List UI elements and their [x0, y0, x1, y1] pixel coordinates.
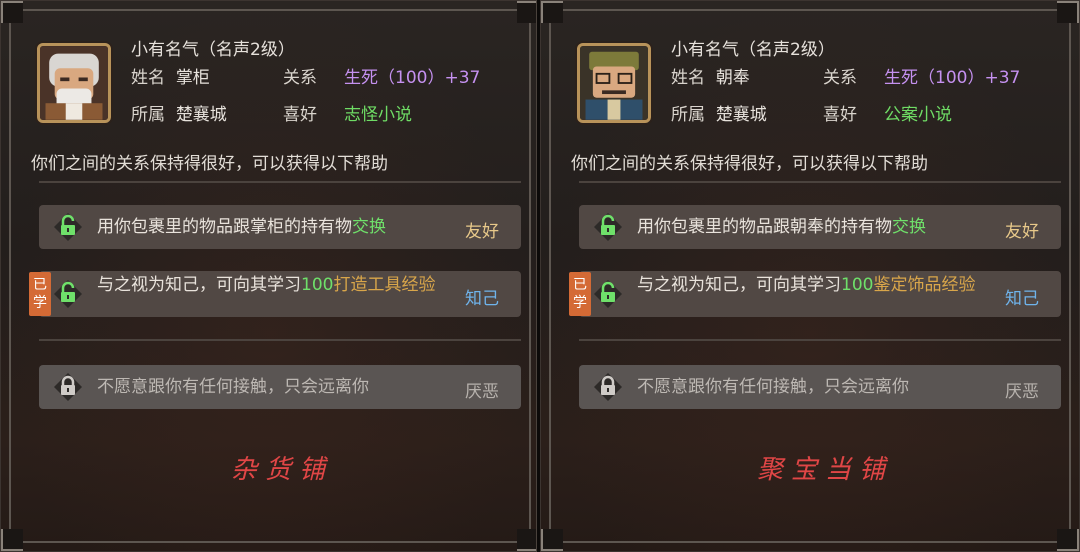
- faction-row: 所属 楚襄城: [671, 100, 767, 125]
- ability-text-main: 与之视为知己，可向其学习: [637, 275, 841, 295]
- hobby-row: 喜好 志怪小说: [283, 100, 412, 125]
- old-man-portrait-icon: [40, 46, 108, 120]
- frame-corner: [1, 1, 23, 23]
- fame-title: 小有名气（名声2级）: [131, 40, 295, 60]
- ability-text: 用你包裹里的物品跟朝奉的持有物交换: [637, 217, 991, 237]
- lock-closed-icon: [593, 372, 623, 402]
- npc-avatar-pawnbroker: [577, 43, 651, 123]
- name-row: 姓名 掌柜: [131, 63, 210, 88]
- frame-corner: [1, 529, 23, 551]
- relation-label: 关系: [823, 68, 857, 88]
- relation-value: 生死（100）: [344, 68, 445, 88]
- frame-corner: [1057, 1, 1079, 23]
- lock-open-icon: [53, 212, 83, 242]
- relation-bonus: +37: [444, 68, 481, 88]
- ability-hate[interactable]: 不愿意跟你有任何接触，只会远离你 厌恶: [579, 365, 1061, 409]
- name-label: 姓名: [671, 68, 705, 88]
- frame-corner: [541, 1, 563, 23]
- faction-row: 所属 楚襄城: [131, 100, 227, 125]
- relation-description: 你们之间的关系保持得很好，可以获得以下帮助: [31, 154, 388, 174]
- faction-value: 楚襄城: [175, 105, 227, 125]
- relation-row: 关系 生死（100）+37: [823, 63, 1020, 88]
- tier-label: 友好: [465, 222, 499, 242]
- npc-panel-left: 小有名气（名声2级） 姓名 掌柜 关系 生死（100）+37 所属 楚襄城 喜好…: [0, 0, 540, 552]
- lock-open-icon: [53, 279, 83, 309]
- tier-label: 厌恶: [465, 382, 499, 402]
- divider: [39, 339, 521, 341]
- shop-name: 聚宝当铺: [757, 455, 894, 485]
- relation-description: 你们之间的关系保持得很好，可以获得以下帮助: [571, 154, 928, 174]
- learned-badge: 已学: [29, 272, 51, 316]
- fame-title: 小有名气（名声2级）: [671, 40, 835, 60]
- ability-text-highlight: 100: [841, 275, 874, 295]
- tier-label: 厌恶: [1005, 382, 1039, 402]
- hobby-value: 公案小说: [884, 105, 953, 125]
- faction-label: 所属: [131, 105, 165, 125]
- hobby-row: 喜好 公案小说: [823, 100, 952, 125]
- npc-name: 朝奉: [715, 68, 750, 88]
- faction-label: 所属: [671, 105, 705, 125]
- lock-open-icon: [593, 212, 623, 242]
- tier-label: 知己: [465, 289, 499, 309]
- ability-text-skill: 打造工具经验: [333, 275, 436, 295]
- hobby-label: 喜好: [823, 105, 857, 125]
- ability-trade[interactable]: 用你包裹里的物品跟掌柜的持有物交换 友好: [39, 205, 521, 249]
- ability-text: 与之视为知己，可向其学习100打造工具经验: [97, 275, 451, 295]
- hobby-value: 志怪小说: [344, 105, 413, 125]
- ability-trade[interactable]: 用你包裹里的物品跟朝奉的持有物交换 友好: [579, 205, 1061, 249]
- name-label: 姓名: [131, 68, 165, 88]
- frame-corner: [541, 529, 563, 551]
- lock-open-icon: [593, 279, 623, 309]
- relation-value: 生死（100）: [884, 68, 985, 88]
- ability-hate[interactable]: 不愿意跟你有任何接触，只会远离你 厌恶: [39, 365, 521, 409]
- ability-text-main: 用你包裹里的物品跟掌柜的持有物: [97, 217, 352, 237]
- frame-corner: [1057, 529, 1079, 551]
- ability-text: 不愿意跟你有任何接触，只会远离你: [97, 377, 369, 397]
- shop-name: 杂货铺: [231, 455, 334, 485]
- tier-label: 知己: [1005, 289, 1039, 309]
- ability-learn[interactable]: 已学 与之视为知己，可向其学习100打造工具经验 知己: [29, 271, 521, 317]
- tier-label: 友好: [1005, 222, 1039, 242]
- ability-text-main: 用你包裹里的物品跟朝奉的持有物: [637, 217, 892, 237]
- learned-badge: 已学: [569, 272, 591, 316]
- divider: [579, 339, 1061, 341]
- npc-avatar-old-man: [37, 43, 111, 123]
- ability-text-highlight: 交换: [892, 217, 926, 237]
- ability-text: 用你包裹里的物品跟掌柜的持有物交换: [97, 217, 451, 237]
- name-row: 姓名 朝奉: [671, 63, 750, 88]
- ability-text: 不愿意跟你有任何接触，只会远离你: [637, 377, 909, 397]
- npc-panel-right: 小有名气（名声2级） 姓名 朝奉 关系 生死（100）+37 所属 楚襄城 喜好…: [540, 0, 1080, 552]
- ability-text-skill: 鉴定饰品经验: [873, 275, 976, 295]
- ability-learn[interactable]: 已学 与之视为知己，可向其学习100鉴定饰品经验 知己: [569, 271, 1061, 317]
- faction-value: 楚襄城: [715, 105, 767, 125]
- ability-text: 与之视为知己，可向其学习100鉴定饰品经验: [637, 275, 991, 295]
- ability-text-highlight: 交换: [352, 217, 386, 237]
- divider: [579, 181, 1061, 183]
- pawnbroker-portrait-icon: [580, 46, 648, 120]
- divider: [39, 181, 521, 183]
- lock-closed-icon: [53, 372, 83, 402]
- hobby-label: 喜好: [283, 105, 317, 125]
- npc-name: 掌柜: [175, 68, 210, 88]
- ability-text-highlight: 100: [301, 275, 334, 295]
- ability-text-main: 与之视为知己，可向其学习: [97, 275, 301, 295]
- relation-row: 关系 生死（100）+37: [283, 63, 480, 88]
- relation-bonus: +37: [984, 68, 1021, 88]
- relation-label: 关系: [283, 68, 317, 88]
